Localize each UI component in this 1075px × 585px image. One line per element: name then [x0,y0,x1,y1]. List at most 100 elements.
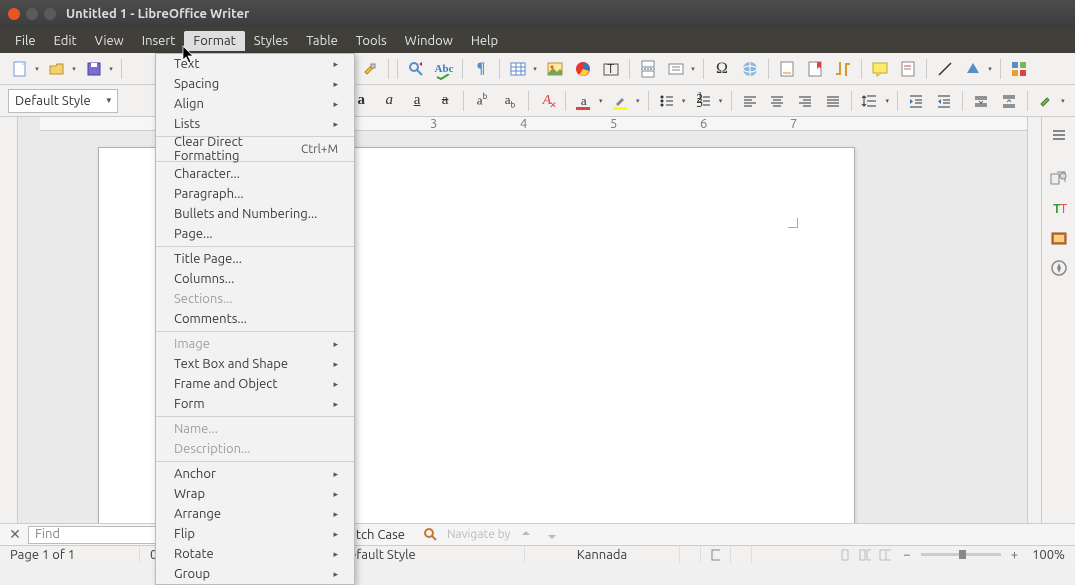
vertical-ruler[interactable] [0,117,18,526]
format-menu-item[interactable]: Arrange▸ [156,504,354,524]
window-minimize-button[interactable] [26,8,38,20]
menu-file[interactable]: File [6,31,45,51]
menu-help[interactable]: Help [462,31,507,51]
menu-view[interactable]: View [86,31,133,51]
zoom-out-icon[interactable]: − [899,548,914,562]
paint-dropdown[interactable]: ▾ [1059,89,1067,113]
insert-table-icon[interactable] [506,57,530,81]
find-replace-icon[interactable] [404,57,428,81]
format-menu-item[interactable]: Page... [156,224,354,244]
format-menu-item[interactable]: Text Box and Shape▸ [156,354,354,374]
strikethrough-icon[interactable]: a [433,89,457,113]
menu-format[interactable]: Format [184,31,244,51]
number-dropdown[interactable]: ▾ [717,89,725,113]
window-close-button[interactable] [8,8,20,20]
status-selection-mode[interactable] [701,546,731,563]
formatting-marks-icon[interactable]: ¶ [469,57,493,81]
format-menu-item[interactable]: Spacing▸ [156,74,354,94]
font-color-dropdown[interactable]: ▾ [597,89,605,113]
clone-formatting-icon[interactable] [358,57,382,81]
zoom-in-icon[interactable]: + [1007,548,1022,562]
format-menu-item[interactable]: Frame and Object▸ [156,374,354,394]
highlight-dropdown[interactable]: ▾ [634,89,642,113]
shapes-dropdown[interactable]: ▾ [986,57,994,81]
draw-functions-icon[interactable] [1007,57,1031,81]
new-dropdown[interactable]: ▾ [33,57,41,81]
subscript-icon[interactable]: ab [498,89,522,113]
format-menu-item[interactable]: Clear Direct FormattingCtrl+M [156,139,354,159]
format-menu-item[interactable]: Lists▸ [156,114,354,134]
line-icon[interactable] [933,57,957,81]
menu-insert[interactable]: Insert [133,31,185,51]
format-menu-item[interactable]: Align▸ [156,94,354,114]
increase-indent-icon[interactable] [904,89,928,113]
table-dropdown[interactable]: ▾ [531,57,539,81]
font-color-icon[interactable]: a [572,89,596,113]
track-changes-icon[interactable] [896,57,920,81]
align-center-icon[interactable] [765,89,789,113]
format-menu-item[interactable]: Wrap▸ [156,484,354,504]
status-page[interactable]: Page 1 of 1 [0,546,140,563]
para-spacing-dec-icon[interactable] [997,89,1021,113]
view-book-icon[interactable] [879,549,891,561]
align-justify-icon[interactable] [821,89,845,113]
para-spacing-inc-icon[interactable] [969,89,993,113]
navigate-next-icon[interactable] [542,526,562,544]
find-close-icon[interactable]: ✕ [8,528,22,542]
format-menu-item[interactable]: Paragraph... [156,184,354,204]
superscript-icon[interactable]: ab [470,89,494,113]
bullet-list-icon[interactable] [655,89,679,113]
footnote-icon[interactable] [775,57,799,81]
sidebar-properties-icon[interactable] [1046,165,1072,191]
format-menu-item[interactable]: Rotate▸ [156,544,354,564]
view-single-icon[interactable] [839,549,851,561]
underline-icon[interactable]: a [405,89,429,113]
status-insert-mode[interactable] [680,546,701,563]
hyperlink-icon[interactable] [738,57,762,81]
format-menu-item[interactable]: Group▸ [156,564,354,584]
save-icon[interactable] [82,57,106,81]
spacing-dropdown[interactable]: ▾ [883,89,891,113]
menu-table[interactable]: Table [297,31,347,51]
format-menu-item[interactable]: Text▸ [156,54,354,74]
italic-icon[interactable]: a [377,89,401,113]
format-menu-item[interactable]: Bullets and Numbering... [156,204,354,224]
format-menu-item[interactable]: Flip▸ [156,524,354,544]
format-menu-item[interactable]: Title Page... [156,249,354,269]
highlight-icon[interactable] [609,89,633,113]
clear-formatting-icon[interactable]: A✕ [535,89,559,113]
format-menu-item[interactable]: Form▸ [156,394,354,414]
field-dropdown[interactable]: ▾ [689,57,697,81]
number-list-icon[interactable]: 123 [692,89,716,113]
sidebar-navigator-icon[interactable] [1046,255,1072,281]
find-other-options-icon[interactable] [421,526,441,544]
sidebar-settings-icon[interactable] [1046,121,1072,147]
insert-image-icon[interactable] [543,57,567,81]
decrease-indent-icon[interactable] [932,89,956,113]
navigate-prev-icon[interactable] [516,526,536,544]
comment-icon[interactable] [868,57,892,81]
bullet-dropdown[interactable]: ▾ [680,89,688,113]
basic-shapes-icon[interactable] [961,57,985,81]
format-menu-item[interactable]: Character... [156,164,354,184]
align-left-icon[interactable] [738,89,762,113]
spellcheck-icon[interactable]: Abc [432,57,456,81]
open-dropdown[interactable]: ▾ [70,57,78,81]
bookmark-icon[interactable] [803,57,827,81]
menu-tools[interactable]: Tools [347,31,396,51]
format-menu-item[interactable]: Anchor▸ [156,464,354,484]
menu-window[interactable]: Window [396,31,462,51]
menu-styles[interactable]: Styles [245,31,297,51]
special-char-icon[interactable]: Ω [710,57,734,81]
paragraph-style-combo[interactable]: Default Style▼ [8,89,118,113]
save-dropdown[interactable]: ▾ [107,57,115,81]
window-maximize-button[interactable] [44,8,56,20]
format-menu-item[interactable]: Columns... [156,269,354,289]
page-break-icon[interactable] [636,57,660,81]
line-spacing-icon[interactable] [858,89,882,113]
sidebar-gallery-icon[interactable] [1046,225,1072,251]
paint-format-icon[interactable] [1034,89,1058,113]
status-page-style[interactable]: Default Style [330,546,525,563]
menu-edit[interactable]: Edit [45,31,86,51]
insert-textbox-icon[interactable]: T [599,57,623,81]
